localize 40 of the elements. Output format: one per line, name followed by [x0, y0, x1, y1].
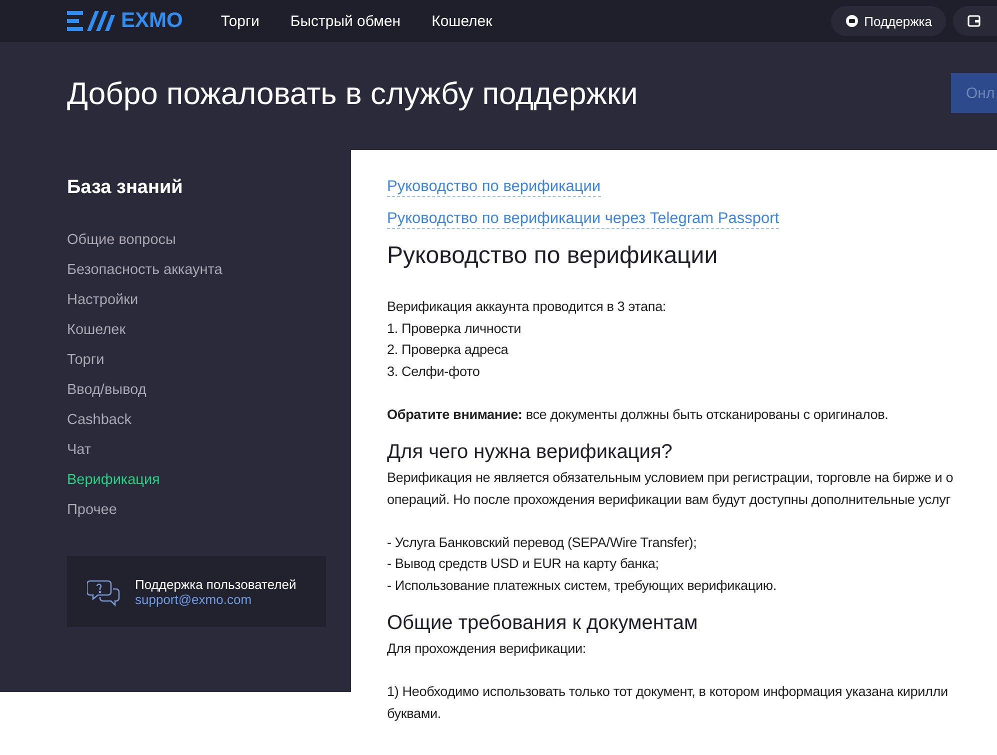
article-link[interactable]: Руководство по верификации: [387, 178, 601, 197]
sidebar-item[interactable]: Cashback: [67, 405, 351, 435]
sidebar-item[interactable]: Кошелек: [67, 315, 351, 345]
article-text: буквами.: [387, 704, 442, 723]
sidebar-item[interactable]: Ввод/вывод: [67, 375, 351, 405]
article-text: Верификация не является обязательным условием при регистрации, торговле на бирже и о: [387, 469, 954, 487]
article-text: операций. Но после прохождения верификации вам будут доступны дополнительные услуг: [387, 490, 952, 509]
article-text: Верификация аккаунта проводится в 3 этапа:: [387, 298, 668, 316]
sidebar-item[interactable]: Настройки: [67, 285, 351, 315]
article-text: 3. Селфи-фото: [387, 362, 481, 381]
sidebar-item[interactable]: Верификация: [67, 465, 351, 495]
sidebar-title: База знаний: [67, 177, 184, 199]
logo-text[interactable]: EXMO: [121, 9, 183, 33]
article-text: 1) Необходимо использовать только тот документ, в котором информация указана кирилли: [387, 683, 949, 701]
logo-icon[interactable]: [67, 9, 115, 33]
page-title: Добро пожаловать в службу поддержки: [67, 76, 638, 112]
sidebar-item[interactable]: Торги: [67, 345, 351, 375]
article-heading: Руководство по верификации: [387, 242, 719, 270]
support-email-link[interactable]: support@exmo.com: [135, 592, 296, 606]
support-button[interactable]: Поддержка: [831, 6, 946, 36]
nav-link[interactable]: Кошелек: [432, 12, 492, 30]
article-text: - Вывод средств USD и EUR на карту банка;: [387, 555, 660, 573]
article-text: 1. Проверка личности: [387, 320, 522, 338]
article-link[interactable]: Руководство по верификации через Telegram Passport: [387, 210, 780, 229]
article-text: Обратите внимание: все документы должны быть отсканированы с оригиналов.: [387, 406, 890, 424]
nav-link[interactable]: Быстрый обмен: [290, 12, 401, 30]
section-heading: Для чего нужна верификация?: [387, 441, 674, 464]
support-card-title: Поддержка пользователей: [135, 576, 296, 592]
article-text: 2. Проверка адреса: [387, 341, 510, 359]
article-text: - Услуга Банковский перевод (SEPA/Wire Transfer);: [387, 534, 698, 552]
section-heading: Общие требования к документам: [387, 612, 699, 635]
wallet-icon: [967, 14, 981, 28]
article-text: - Использование платежных систем, требующих верификацию.: [387, 576, 778, 595]
sidebar-item[interactable]: Безопасность аккаунта: [67, 255, 351, 285]
sidebar-item[interactable]: Общие вопросы: [67, 225, 351, 255]
sidebar-item[interactable]: Чат: [67, 435, 351, 465]
nav-link[interactable]: Торги: [220, 12, 260, 30]
wallet-button[interactable]: [953, 6, 997, 36]
article-text: Для прохождения верификации:: [387, 640, 587, 658]
sidebar-item[interactable]: Прочее: [67, 495, 351, 525]
